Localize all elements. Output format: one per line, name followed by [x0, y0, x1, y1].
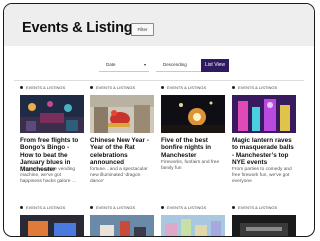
card-category: EVENTS & LISTINGS	[232, 205, 296, 211]
card-image[interactable]	[161, 215, 225, 236]
card-headline[interactable]: Chinese New Year - Year of the Rat celeb…	[90, 137, 154, 166]
dot-icon	[90, 86, 93, 89]
card-category: EVENTS & LISTINGS	[20, 205, 84, 211]
card-category: EVENTS & LISTINGS	[90, 205, 154, 211]
card-image[interactable]	[232, 95, 296, 133]
card-headline[interactable]: Magic lantern raves to masquerade balls …	[232, 137, 296, 166]
filter-button[interactable]: Filter	[131, 23, 154, 36]
sort-select[interactable]: Date ▾	[99, 58, 149, 72]
card-image[interactable]	[20, 95, 84, 133]
dot-icon	[20, 206, 23, 209]
list-view-button[interactable]: List View	[201, 59, 229, 72]
dot-icon	[232, 206, 235, 209]
card-headline[interactable]: Five of the best bonfire nights in Manch…	[161, 137, 225, 159]
card-excerpt: fortune…and a spectacular new illuminate…	[90, 167, 148, 185]
card-category: EVENTS & LISTINGS	[232, 85, 296, 91]
divider	[14, 80, 304, 81]
card-category: EVENTS & LISTINGS	[161, 205, 225, 211]
dot-icon	[161, 86, 164, 89]
card-image[interactable]	[232, 215, 296, 236]
page-header: Events & Listings Filter	[4, 4, 314, 46]
dot-icon	[20, 86, 23, 89]
card-category: EVENTS & LISTINGS	[20, 85, 84, 91]
card-image[interactable]	[161, 95, 225, 133]
card-excerpt: to KLM’s surprise vending machine, we’ve…	[20, 167, 77, 185]
card-category: EVENTS & LISTINGS	[90, 85, 154, 91]
order-select[interactable]: Descending ▾	[156, 58, 206, 72]
card-image[interactable]	[90, 95, 154, 133]
dot-icon	[161, 206, 164, 209]
page-title: Events & Listings	[22, 20, 141, 36]
card-category: EVENTS & LISTINGS	[161, 85, 225, 91]
card-excerpt: Fireworks, funfairs and free family fun	[161, 160, 220, 172]
dot-icon	[90, 206, 93, 209]
card-excerpt: From parties to comedy and free firework…	[232, 167, 292, 185]
card-image[interactable]	[20, 215, 84, 236]
chevron-down-icon: ▾	[143, 62, 146, 67]
card-image[interactable]	[90, 215, 154, 236]
dot-icon	[232, 86, 235, 89]
browser-frame: Events & Listings Filter Date ▾ Descendi…	[3, 3, 315, 237]
sort-select-value: Date	[106, 62, 116, 67]
order-select-value: Descending	[163, 62, 187, 67]
